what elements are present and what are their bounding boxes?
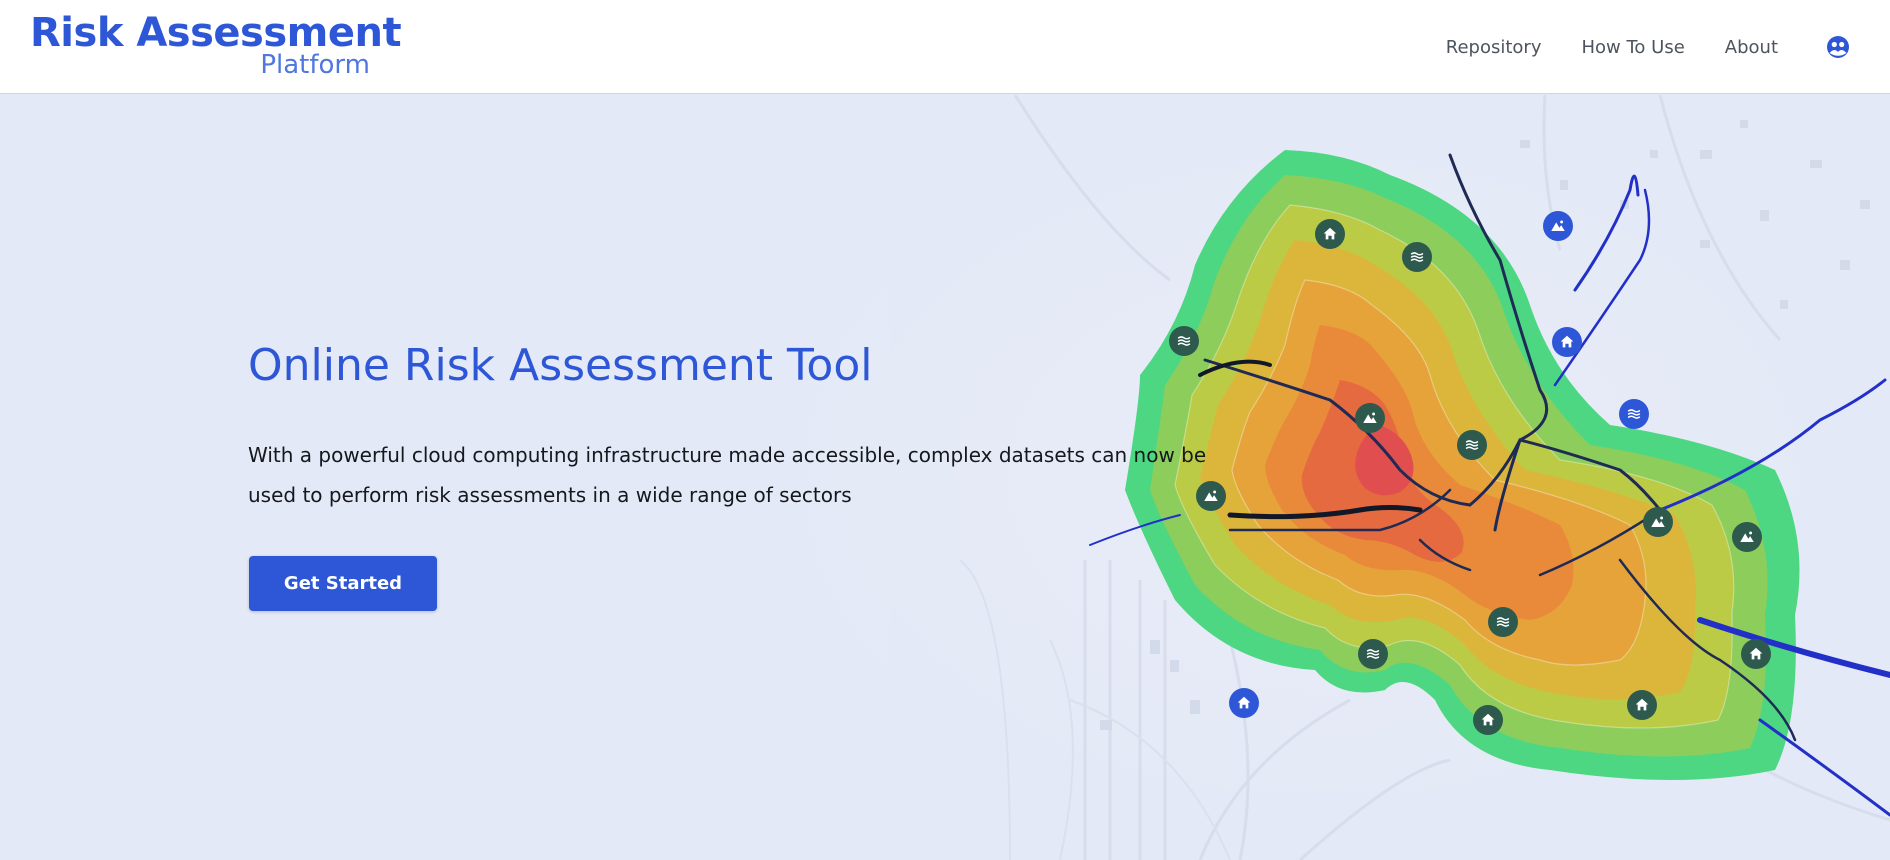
main-nav: Repository How To Use About bbox=[1446, 0, 1890, 94]
top-navbar: Risk Assessment Platform Repository How … bbox=[0, 0, 1890, 94]
map-marker-home[interactable] bbox=[1627, 690, 1657, 720]
nav-how-to-use[interactable]: How To Use bbox=[1581, 37, 1684, 58]
nav-about[interactable]: About bbox=[1725, 37, 1778, 58]
map-marker-mountain[interactable] bbox=[1732, 522, 1762, 552]
site-logo[interactable]: Risk Assessment Platform bbox=[30, 10, 402, 82]
get-started-button[interactable]: Get Started bbox=[249, 556, 437, 611]
hero-section: Online Risk Assessment Tool With a power… bbox=[0, 95, 1890, 860]
map-marker-water[interactable] bbox=[1358, 639, 1388, 669]
map-marker-home[interactable] bbox=[1552, 327, 1582, 357]
user-account-icon[interactable] bbox=[1824, 33, 1852, 61]
map-marker-water[interactable] bbox=[1488, 607, 1518, 637]
map-marker-home[interactable] bbox=[1473, 705, 1503, 735]
map-marker-water[interactable] bbox=[1457, 430, 1487, 460]
hero-description: With a powerful cloud computing infrastr… bbox=[248, 443, 1207, 507]
hero-title: Online Risk Assessment Tool bbox=[248, 340, 873, 391]
map-marker-home[interactable] bbox=[1741, 639, 1771, 669]
map-marker-mountain[interactable] bbox=[1355, 403, 1385, 433]
map-marker-home[interactable] bbox=[1229, 688, 1259, 718]
map-marker-water[interactable] bbox=[1402, 242, 1432, 272]
logo-subtitle: Platform bbox=[260, 50, 370, 80]
map-marker-water[interactable] bbox=[1169, 326, 1199, 356]
nav-repository[interactable]: Repository bbox=[1446, 37, 1542, 58]
map-marker-mountain[interactable] bbox=[1643, 507, 1673, 537]
map-marker-water[interactable] bbox=[1619, 399, 1649, 429]
map-marker-home[interactable] bbox=[1315, 219, 1345, 249]
map-marker-mountain[interactable] bbox=[1543, 211, 1573, 241]
